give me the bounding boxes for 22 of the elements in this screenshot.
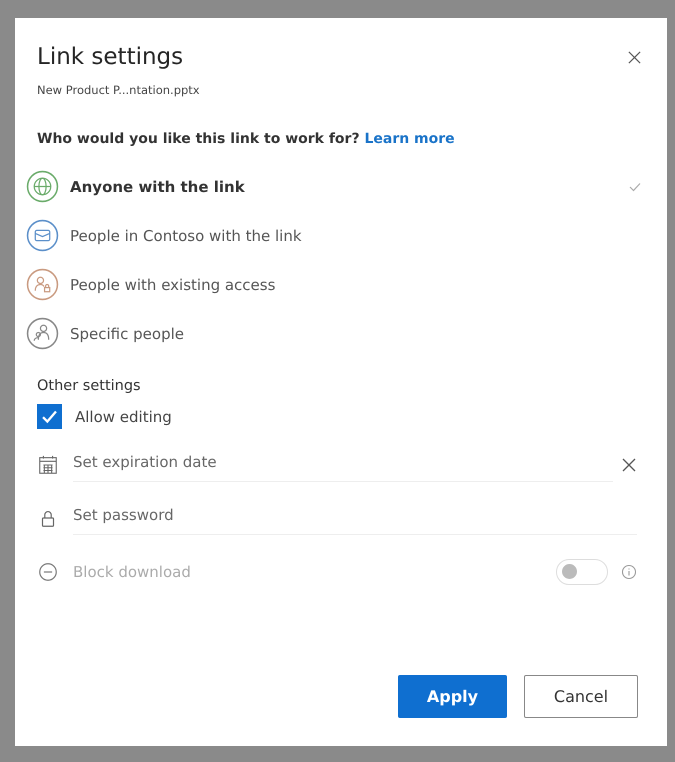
audience-option[interactable]: Anyone with the link	[26, 162, 637, 211]
input-field[interactable]: Set expiration date	[73, 447, 613, 482]
cancel-button[interactable]: Cancel	[524, 675, 638, 718]
audience-option[interactable]: Specific people	[26, 309, 637, 358]
file-name: New Product P...ntation.pptx	[37, 83, 201, 97]
question-text: Who would you like this link to work for?	[37, 131, 360, 147]
info-icon[interactable]	[621, 564, 637, 580]
block-icon	[37, 561, 59, 583]
learn-more-link[interactable]: Learn more	[364, 131, 455, 147]
checkmark-icon	[629, 182, 641, 192]
apply-button[interactable]: Apply	[398, 675, 507, 718]
audience-option[interactable]: People in Contoso with the link	[26, 211, 637, 260]
checkbox-label: Allow editing	[75, 408, 172, 426]
calendar-icon	[37, 454, 59, 476]
dialog-title: Link settings	[37, 44, 184, 70]
clear-icon[interactable]	[621, 456, 637, 472]
audience-option[interactable]: People with existing access	[26, 260, 637, 309]
checkbox[interactable]	[37, 404, 62, 429]
block-download-label: Block download	[73, 563, 192, 581]
section-heading: Other settings	[37, 378, 142, 394]
close-icon[interactable]	[627, 50, 642, 64]
input-field[interactable]: Set password	[73, 500, 637, 535]
